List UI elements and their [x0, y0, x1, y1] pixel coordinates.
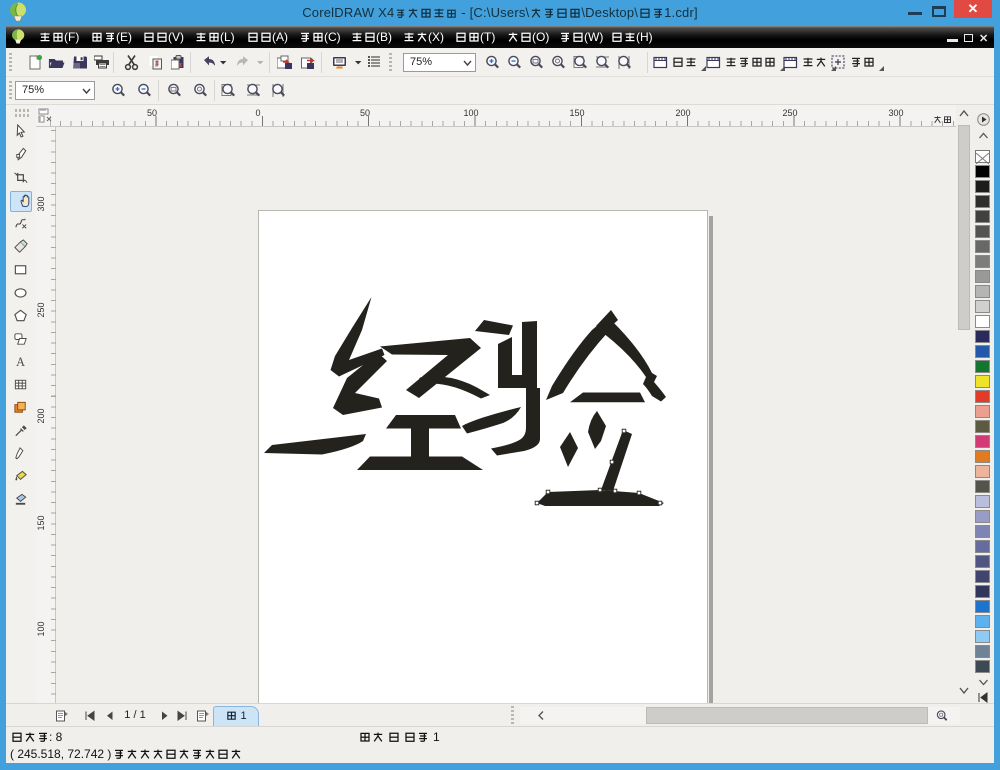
- svg-text:A: A: [16, 355, 25, 369]
